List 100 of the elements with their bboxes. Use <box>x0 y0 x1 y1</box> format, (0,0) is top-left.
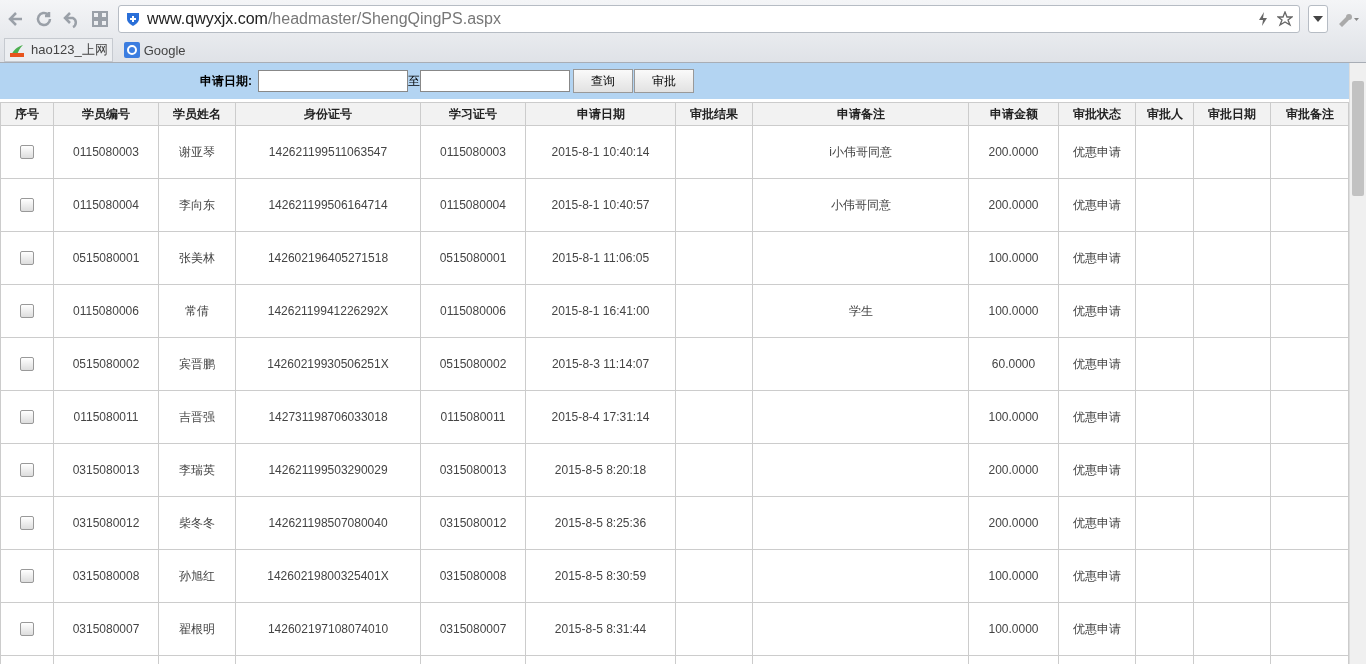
table-cell: 优惠申请 <box>1073 568 1121 583</box>
table-cell: 200.0000 <box>988 516 1039 530</box>
table-cell: 优惠申请 <box>1073 356 1121 371</box>
table-cell: 谢亚琴 <box>179 144 215 159</box>
table-cell: 0115080004 <box>440 198 506 212</box>
row-checkbox[interactable] <box>20 569 34 584</box>
row-checkbox[interactable] <box>20 145 34 160</box>
table-cell: 60.0000 <box>991 357 1036 371</box>
table-cell: 学生 <box>848 303 873 318</box>
table-cell: 0315080007 <box>439 622 507 636</box>
table-cell: 优惠申请 <box>1073 515 1121 530</box>
dropdown-button[interactable] <box>1308 5 1328 33</box>
table-cell: 100.0000 <box>988 251 1039 265</box>
table-cell: 14260219800325401X <box>267 569 389 583</box>
row-checkbox[interactable] <box>20 622 34 637</box>
column-header: 审批结果 <box>675 102 753 126</box>
table-cell: 李向东 <box>179 197 215 212</box>
table-cell: 李瑞英 <box>179 462 215 477</box>
table-cell: 2015-8-1 16:41:00 <box>551 304 650 318</box>
column-header: 审批状态 <box>1058 102 1136 126</box>
row-checkbox[interactable] <box>20 198 34 213</box>
table-cell: 小伟哥同意 <box>830 197 891 212</box>
caret-icon <box>1313 16 1323 22</box>
column-header: 申请金额 <box>968 102 1059 126</box>
table-cell: 142621199506164714 <box>268 198 388 212</box>
row-checkbox[interactable] <box>20 357 34 372</box>
table-cell: 2015-8-3 11:14:07 <box>551 357 650 371</box>
table-cell: 0515080002 <box>439 357 507 371</box>
table-cell: 100.0000 <box>988 410 1039 424</box>
address-bar[interactable]: www.qwyxjx.com/headmaster/ShengQingPS.aspx <box>118 5 1300 33</box>
bookmark[interactable]: Google <box>118 39 191 61</box>
table-cell: 100.0000 <box>988 569 1039 583</box>
table-cell: 14262119941226292X <box>267 304 389 318</box>
scrollbar[interactable] <box>1349 63 1366 664</box>
table-cell: 0515080001 <box>72 251 140 265</box>
table-cell: 0315080013 <box>439 463 507 477</box>
date-label: 申请日期: <box>200 72 252 90</box>
reload-icon[interactable] <box>34 9 54 29</box>
table-cell: 2015-8-5 8:25:36 <box>554 516 647 530</box>
table-cell: 0315080012 <box>439 516 507 530</box>
start-date-field[interactable] <box>258 70 408 92</box>
approve-button[interactable]: 审批 <box>634 69 694 93</box>
table-cell: 优惠申请 <box>1073 303 1121 318</box>
column-header: 审批人 <box>1135 102 1194 126</box>
table-cell: 200.0000 <box>988 145 1039 159</box>
table-cell: 翟根明 <box>179 621 215 636</box>
url-path: /headmaster/ShengQingPS.aspx <box>267 10 501 27</box>
table-cell: 0315080013 <box>72 463 140 477</box>
table-cell: 优惠申请 <box>1073 197 1121 212</box>
table-cell: 张美林 <box>179 250 215 265</box>
table-cell: 优惠申请 <box>1073 409 1121 424</box>
column-header: 申请备注 <box>752 102 969 126</box>
separator-text: 至 <box>408 72 420 90</box>
table-cell: 100.0000 <box>988 622 1039 636</box>
table-cell: 100.0000 <box>988 304 1039 318</box>
bookmark[interactable]: hao123_上网 <box>4 38 113 62</box>
table-cell: 优惠申请 <box>1073 144 1121 159</box>
table-cell: 0515080001 <box>439 251 507 265</box>
table-cell: 0115080003 <box>440 145 506 159</box>
row-checkbox[interactable] <box>20 516 34 531</box>
table-cell: 柴冬冬 <box>179 515 215 530</box>
column-header: 审批日期 <box>1193 102 1271 126</box>
column-header: 序号 <box>0 102 54 126</box>
table-cell: 0315080008 <box>72 569 140 583</box>
row-checkbox[interactable] <box>20 251 34 266</box>
row-checkbox[interactable] <box>20 463 34 478</box>
table-cell: 0115080003 <box>73 145 139 159</box>
query-button[interactable]: 查询 <box>573 69 633 93</box>
shield-icon <box>125 11 141 27</box>
grid-icon[interactable] <box>90 9 110 29</box>
column-header: 学员姓名 <box>158 102 236 126</box>
table-cell: 0115080006 <box>73 304 139 318</box>
row-checkbox[interactable] <box>20 410 34 425</box>
table-cell: 142602196405271518 <box>267 251 389 265</box>
table-cell: 0115080004 <box>73 198 139 212</box>
table-cell: 2015-8-5 8:31:44 <box>554 622 647 636</box>
table-cell: 宾晋鹏 <box>179 356 215 371</box>
table-cell: 0315080012 <box>72 516 140 530</box>
table-cell: 常倩 <box>185 303 209 318</box>
table-cell: 200.0000 <box>988 463 1039 477</box>
column-header: 身份证号 <box>235 102 421 126</box>
table-cell: 142621198507080040 <box>268 516 388 530</box>
table-cell: 0115080011 <box>73 410 139 424</box>
column-header: 学员编号 <box>53 102 159 126</box>
star-icon[interactable] <box>1277 11 1293 27</box>
table-cell: 0115080006 <box>440 304 506 318</box>
table-cell: 2015-8-1 10:40:57 <box>551 198 650 212</box>
table-cell: 优惠申请 <box>1073 462 1121 477</box>
end-date-field[interactable] <box>420 70 570 92</box>
table-cell: i小伟哥同意 <box>829 144 892 159</box>
table-cell: 142731198706033018 <box>268 410 388 424</box>
leaf-logo-icon <box>9 42 27 58</box>
column-header: 审批备注 <box>1270 102 1349 126</box>
row-checkbox[interactable] <box>20 304 34 319</box>
column-header: 申请日期 <box>525 102 676 126</box>
table-cell: 孙旭红 <box>179 568 215 583</box>
table-cell: 2015-8-1 10:40:14 <box>551 145 650 159</box>
table-cell: 2015-8-1 11:06:05 <box>551 251 650 265</box>
table-cell: 0515080002 <box>72 357 140 371</box>
table-cell: 0315080007 <box>72 622 140 636</box>
